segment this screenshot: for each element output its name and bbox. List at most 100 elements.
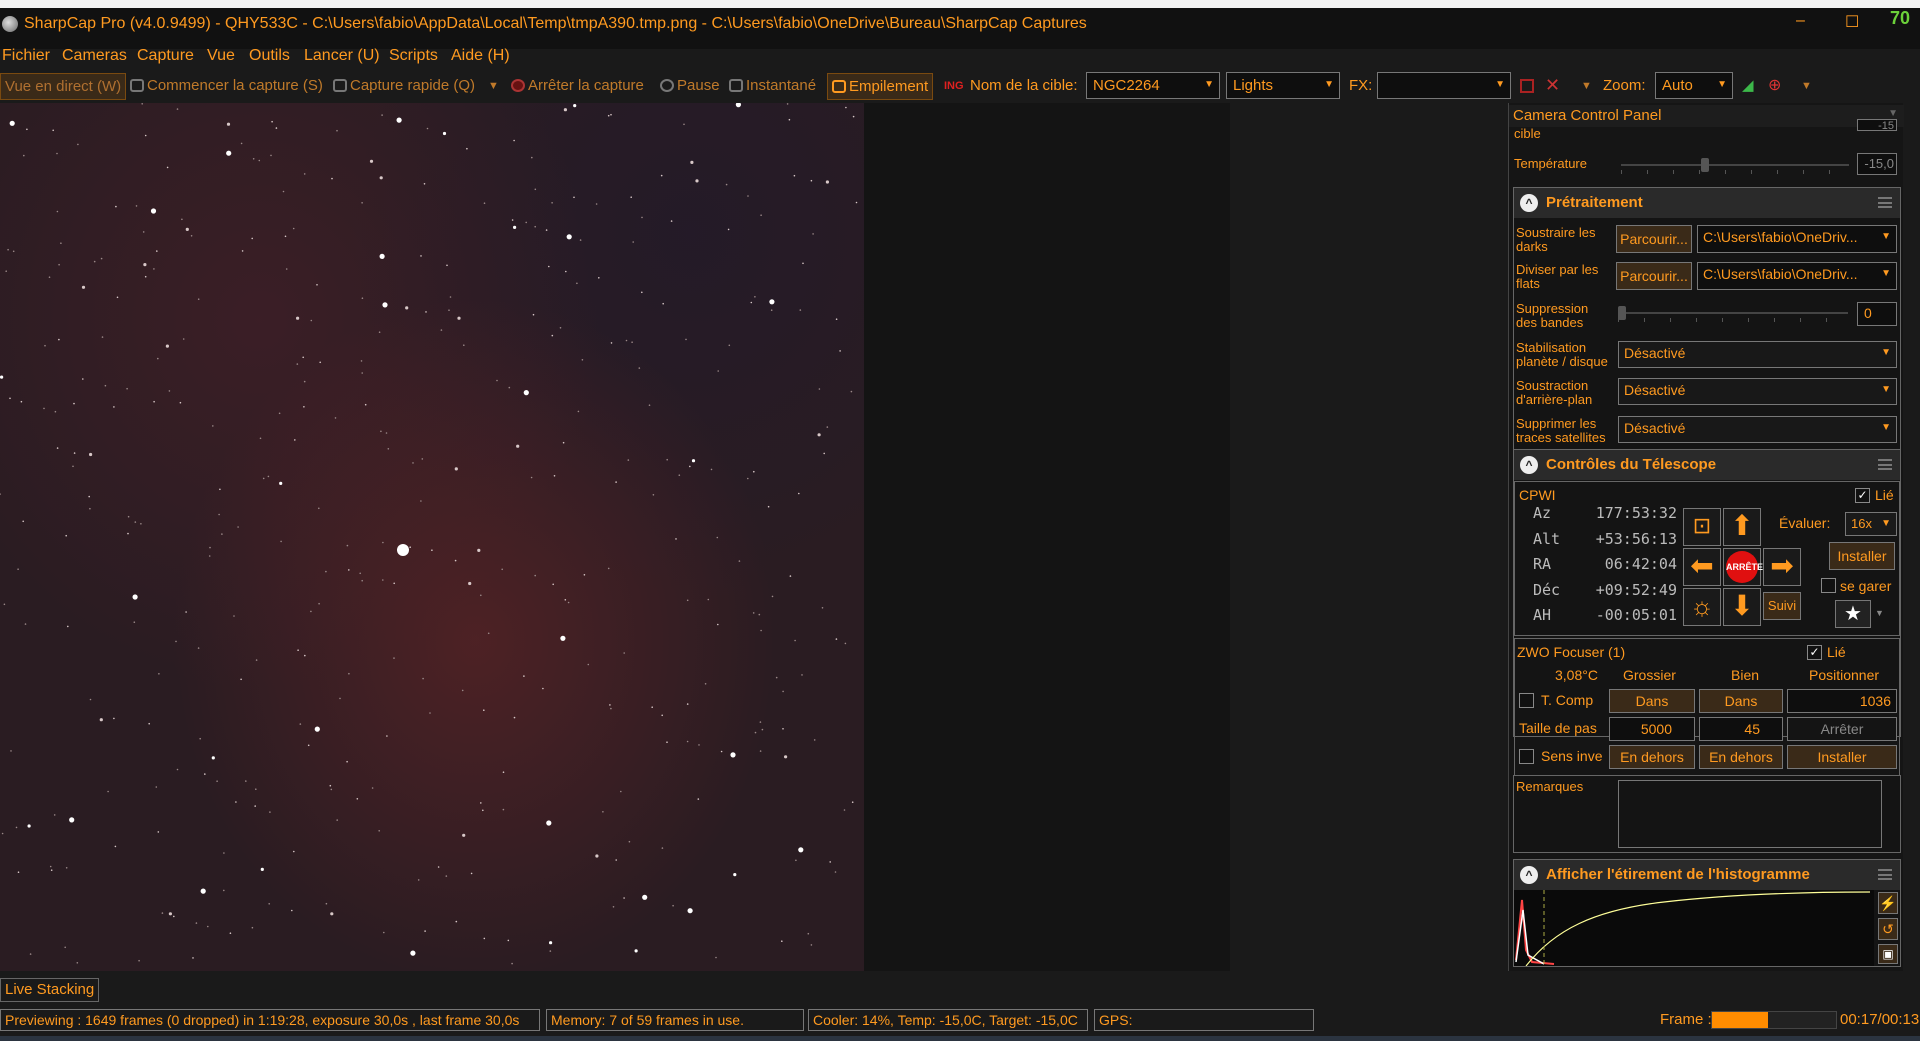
start-capture-button[interactable]: Commencer la capture (S) — [130, 77, 323, 94]
image-viewer[interactable] — [0, 103, 1230, 971]
star — [73, 402, 75, 405]
live-stacking-tab[interactable]: Live Stacking — [0, 978, 100, 1002]
menu-cameras[interactable]: Cameras — [62, 47, 127, 65]
chevron-down-icon[interactable]: ▼ — [1888, 108, 1898, 119]
fine-step-input[interactable]: 45 — [1699, 717, 1783, 741]
darks-path-select[interactable]: C:\Users\fabio\OneDriv... ▼ — [1697, 225, 1897, 253]
astro-image[interactable] — [0, 103, 864, 971]
auto-stretch-icon[interactable]: ⚡ — [1878, 892, 1898, 914]
stop-capture-button[interactable]: Arrêter la capture — [511, 77, 644, 94]
hamburger-icon[interactable] — [1878, 197, 1892, 208]
quick-capture-button[interactable]: Capture rapide (Q) — [333, 77, 475, 94]
save-icon[interactable]: ▣ — [1878, 944, 1898, 964]
browse-darks-button[interactable]: Parcourir... — [1616, 225, 1692, 253]
zoom-select[interactable]: Auto ▼ — [1655, 72, 1733, 99]
hamburger-icon[interactable] — [1878, 459, 1892, 470]
chevron-down-icon[interactable]: ▼ — [1875, 608, 1884, 618]
satellite-select[interactable]: Désactivé ▼ — [1618, 416, 1897, 443]
west-arrow-button[interactable]: ⬅ — [1683, 548, 1721, 586]
east-arrow-button[interactable]: ➡ — [1763, 548, 1801, 586]
hamburger-icon[interactable] — [1878, 869, 1892, 880]
star-icon[interactable]: ★ — [1835, 600, 1871, 628]
star — [278, 412, 281, 415]
star — [455, 920, 458, 923]
star — [549, 941, 553, 945]
crosshair-icon[interactable]: ✕ — [1545, 75, 1560, 96]
menu-aide[interactable]: Aide (H) — [451, 47, 510, 65]
star — [610, 342, 613, 344]
quick-capture-dropdown-icon[interactable]: ▼ — [488, 80, 499, 92]
banding-value[interactable]: 0 — [1857, 302, 1897, 326]
focuser-install-button[interactable]: Installer — [1787, 745, 1897, 769]
browse-flats-button[interactable]: Parcourir... — [1616, 262, 1692, 290]
reset-icon[interactable]: ↺ — [1878, 918, 1898, 940]
star — [487, 632, 490, 635]
fine-out-button[interactable]: En dehors — [1699, 745, 1783, 769]
rate-select[interactable]: 16x ▼ — [1845, 512, 1897, 536]
star — [284, 235, 287, 238]
north-arrow-button[interactable]: ⬆ — [1723, 508, 1761, 546]
star — [733, 873, 737, 877]
star — [360, 360, 363, 362]
star — [567, 601, 570, 604]
coarse-step-input[interactable]: 5000 — [1609, 717, 1695, 741]
maximize-button[interactable]: ☐ — [1845, 12, 1859, 32]
reticle-icon[interactable]: ⊕ — [1768, 75, 1781, 95]
histogram-icon[interactable]: ◢ — [1742, 76, 1754, 94]
menu-lancer[interactable]: Lancer (U) — [304, 47, 380, 65]
menu-outils[interactable]: Outils — [249, 47, 290, 65]
star — [695, 179, 699, 183]
histogram-header[interactable]: ^ Afficher l'étirement de l'histogramme — [1514, 860, 1900, 890]
collapse-icon[interactable]: ^ — [1520, 866, 1538, 884]
target-name-select[interactable]: NGC2264 ▼ — [1086, 72, 1220, 99]
reverse-checkbox[interactable] — [1519, 749, 1534, 764]
selection-rect-icon[interactable] — [1520, 79, 1534, 93]
spiral-search-icon[interactable]: ⊡ — [1683, 508, 1721, 546]
chevron-down-icon[interactable]: ▼ — [1801, 80, 1812, 92]
stabilization-select[interactable]: Désactivé ▼ — [1618, 341, 1897, 368]
snapshot-button[interactable]: Instantané — [729, 77, 816, 94]
histogram-plot[interactable] — [1514, 890, 1874, 966]
chevron-down-icon[interactable]: ▼ — [1581, 80, 1592, 92]
pause-button[interactable]: Pause — [660, 77, 720, 94]
coarse-out-button[interactable]: En dehors — [1609, 745, 1695, 769]
minimize-button[interactable]: – — [1796, 12, 1805, 30]
menu-capture[interactable]: Capture — [137, 47, 194, 65]
target-temp-value[interactable]: -15 — [1857, 119, 1897, 131]
focuser-linked-checkbox[interactable]: ✓ — [1807, 645, 1822, 660]
tracking-button[interactable]: Suivi — [1763, 592, 1801, 620]
star — [291, 909, 293, 912]
menu-scripts[interactable]: Scripts — [389, 47, 438, 65]
telescope-header[interactable]: ^ Contrôles du Télescope — [1514, 450, 1900, 480]
frame-type-select[interactable]: Lights ▼ — [1226, 72, 1340, 99]
live-view-button[interactable]: Vue en direct (W) — [0, 73, 127, 100]
mount-install-button[interactable]: Installer — [1829, 542, 1895, 570]
temperature-slider[interactable] — [1621, 158, 1849, 174]
background-sub-select[interactable]: Désactivé ▼ — [1618, 378, 1897, 405]
coarse-in-button[interactable]: Dans — [1609, 689, 1695, 713]
pretraitement-header[interactable]: ^ Prétraitement — [1514, 188, 1900, 218]
stop-label: ARRÊTE — [1726, 551, 1763, 583]
remarks-label: Remarques — [1516, 779, 1584, 794]
banding-slider[interactable] — [1618, 306, 1848, 322]
collapse-icon[interactable]: ^ — [1520, 194, 1538, 212]
collapse-icon[interactable]: ^ — [1520, 456, 1538, 474]
stacking-button[interactable]: Empilement — [827, 73, 934, 100]
focuser-stop-button[interactable]: Arrêter — [1787, 717, 1897, 741]
fine-in-button[interactable]: Dans — [1699, 689, 1783, 713]
banding-label: Suppression des bandes — [1516, 301, 1589, 330]
flats-path-select[interactable]: C:\Users\fabio\OneDriv... ▼ — [1697, 262, 1897, 290]
mount-linked-checkbox[interactable]: ✓ — [1855, 488, 1870, 503]
park-checkbox[interactable] — [1821, 578, 1836, 593]
menu-fichier[interactable]: Fichier — [2, 47, 50, 65]
temperature-value[interactable]: -15,0 — [1857, 153, 1897, 175]
star — [707, 598, 710, 601]
menu-vue[interactable]: Vue — [207, 47, 235, 65]
remarks-textarea[interactable] — [1618, 780, 1882, 848]
tcomp-checkbox[interactable] — [1519, 693, 1534, 708]
south-arrow-button[interactable]: ⬇ — [1723, 588, 1761, 626]
fx-select[interactable]: ▼ — [1377, 72, 1511, 99]
position-input[interactable]: 1036 — [1787, 689, 1897, 713]
stop-button[interactable]: ARRÊTE — [1723, 548, 1763, 586]
sun-icon[interactable]: ☼ — [1683, 588, 1721, 626]
